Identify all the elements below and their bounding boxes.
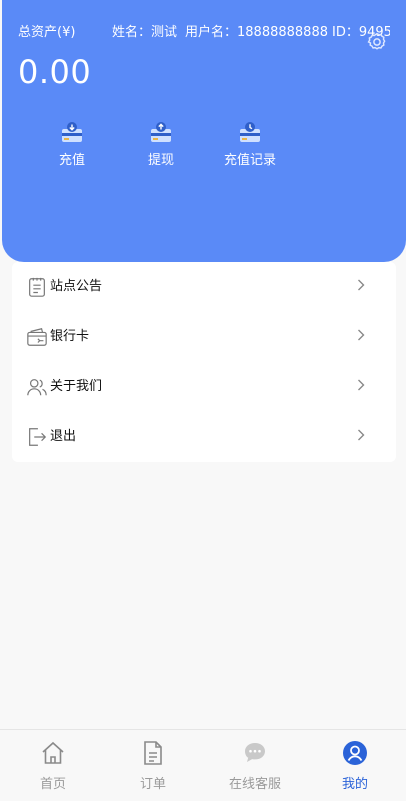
profile-page: 总资产(¥) 姓名：测试 用户名：18888888888 ID：9495 0.0… (0, 0, 406, 801)
chevron-right-icon (358, 279, 365, 291)
bottom-tab-bar: 首页 订单 在线客服 我的 (0, 729, 406, 801)
menu-label-notice: 站点公告 (50, 279, 103, 294)
quick-actions: 充值 提现 充值记录 (2, 120, 406, 180)
deposit-button[interactable]: 充值 (32, 120, 112, 175)
users-icon (27, 379, 47, 396)
menu-label-logout: 退出 (50, 429, 77, 444)
tab-profile[interactable]: 我的 (304, 730, 406, 801)
tab-label-profile: 我的 (341, 777, 368, 792)
balance-amount: 0.00 (18, 53, 92, 91)
settings-menu: 站点公告 银行卡 关于我们 退出 (12, 262, 396, 462)
menu-item-logout[interactable]: 退出 (12, 412, 396, 462)
menu-label-bank-card: 银行卡 (50, 329, 90, 344)
menu-item-bank-card[interactable]: 银行卡 (12, 312, 396, 362)
chevron-right-icon (358, 379, 365, 391)
logout-icon (29, 428, 47, 446)
tab-label-customer-service: 在线客服 (228, 777, 281, 792)
deposit-icon (62, 122, 82, 142)
withdraw-icon (151, 122, 171, 142)
total-assets-label: 总资产(¥) (18, 25, 76, 40)
tab-label-orders: 订单 (139, 777, 166, 792)
menu-label-about-us: 关于我们 (50, 379, 103, 394)
tab-label-home: 首页 (39, 777, 66, 792)
withdraw-button[interactable]: 提现 (121, 120, 201, 175)
gear-icon[interactable] (366, 31, 388, 53)
deposit-records-label: 充值记录 (223, 153, 276, 168)
home-icon (42, 741, 64, 764)
order-icon (144, 741, 162, 765)
user-profile-icon (343, 741, 367, 765)
deposit-records-button[interactable]: 充值记录 (210, 120, 290, 175)
chat-icon (245, 743, 265, 762)
records-icon (240, 122, 260, 142)
notice-icon (29, 277, 45, 297)
name-text: 姓名：测试 (112, 25, 178, 40)
tab-orders[interactable]: 订单 (102, 730, 204, 801)
menu-item-notice[interactable]: 站点公告 (12, 262, 396, 312)
bank-card-icon (27, 328, 47, 346)
username-text: 用户名：18888888888 (185, 25, 328, 40)
account-info-row: 总资产(¥) 姓名：测试 用户名：18888888888 ID：9495 (18, 24, 390, 42)
menu-item-about-us[interactable]: 关于我们 (12, 362, 396, 412)
tab-home[interactable]: 首页 (2, 730, 104, 801)
chevron-right-icon (358, 329, 365, 341)
account-header: 总资产(¥) 姓名：测试 用户名：18888888888 ID：9495 0.0… (2, 0, 406, 262)
chevron-right-icon (358, 429, 365, 441)
deposit-label: 充值 (58, 153, 85, 168)
tab-customer-service[interactable]: 在线客服 (204, 730, 306, 801)
withdraw-label: 提现 (147, 153, 174, 168)
